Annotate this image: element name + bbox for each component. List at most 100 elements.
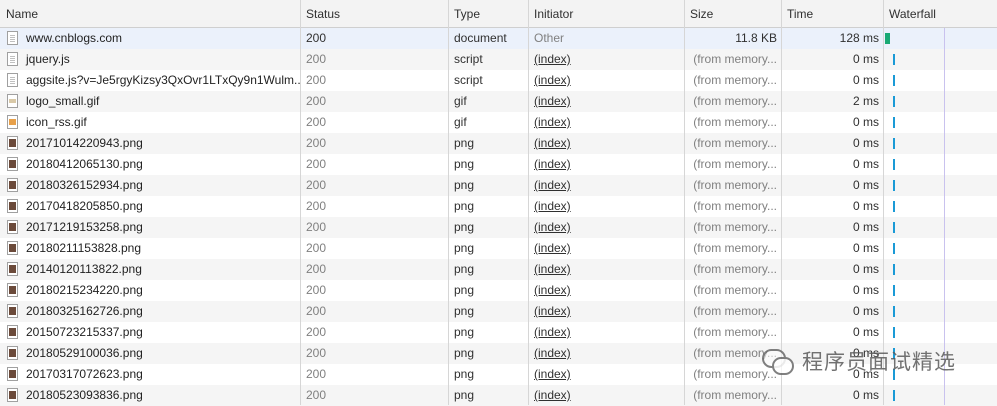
table-row[interactable]: 20180325162726.png 200 png (index) (from mem… (0, 301, 997, 322)
waterfall-bar[interactable] (893, 75, 895, 86)
table-row[interactable]: aggsite.js?v=Je5rgyKizsy3QxOvr1LTxQy9n1W… (0, 70, 997, 91)
request-initiator[interactable]: (index) (528, 70, 684, 91)
request-initiator[interactable]: (index) (528, 364, 684, 385)
column-header-name[interactable]: Name (0, 0, 300, 28)
request-name[interactable]: 20170418205850.png (0, 196, 300, 217)
request-status: 200 (306, 346, 327, 360)
table-row[interactable]: 20171014220943.png 200 png (index) (from mem… (0, 133, 997, 154)
waterfall-bar[interactable] (893, 306, 895, 317)
waterfall-bar[interactable] (893, 138, 895, 149)
request-initiator[interactable]: (index) (528, 322, 684, 343)
column-header-time[interactable]: Time (781, 0, 883, 28)
request-name[interactable]: jquery.js (0, 49, 300, 70)
table-row[interactable]: www.cnblogs.com 200 document Other 11.8 KB 12… (0, 28, 997, 49)
waterfall-bar[interactable] (893, 222, 895, 233)
request-time: 0 ms (852, 241, 879, 255)
table-row[interactable]: 20180211153828.png 200 png (index) (from mem… (0, 238, 997, 259)
table-row[interactable]: 20171219153258.png 200 png (index) (from mem… (0, 217, 997, 238)
request-name[interactable]: 20180211153828.png (0, 238, 300, 259)
waterfall-bar[interactable] (893, 390, 895, 401)
request-status: 200 (306, 73, 327, 87)
table-row[interactable]: 20180523093836.png 200 png (index) (from mem… (0, 385, 997, 406)
column-header-size[interactable]: Size (684, 0, 781, 28)
request-name[interactable]: www.cnblogs.com (0, 28, 300, 49)
request-name[interactable]: aggsite.js?v=Je5rgyKizsy3QxOvr1LTxQy9n1W… (0, 70, 300, 91)
table-row[interactable]: 20180326152934.png 200 png (index) (from mem… (0, 175, 997, 196)
waterfall-bar[interactable] (893, 201, 895, 212)
request-type: png (454, 388, 475, 402)
request-initiator: Other (534, 31, 565, 45)
column-divider[interactable] (300, 0, 301, 405)
request-time: 0 ms (852, 178, 879, 192)
request-name[interactable]: 20171219153258.png (0, 217, 300, 238)
request-name[interactable]: 20180325162726.png (0, 301, 300, 322)
waterfall-bar[interactable] (893, 285, 895, 296)
request-status: 200 (306, 325, 327, 339)
request-name[interactable]: 20180326152934.png (0, 175, 300, 196)
table-row[interactable]: 20180215234220.png 200 png (index) (from mem… (0, 280, 997, 301)
waterfall-bar[interactable] (893, 180, 895, 191)
request-name[interactable]: 20180523093836.png (0, 385, 300, 406)
table-row[interactable]: logo_small.gif 200 gif (index) (from memory.… (0, 91, 997, 112)
waterfall-bar[interactable] (893, 327, 895, 338)
waterfall-bar[interactable] (893, 159, 895, 170)
waterfall-bar[interactable] (893, 243, 895, 254)
request-name[interactable]: icon_rss.gif (0, 112, 300, 133)
request-initiator[interactable]: (index) (528, 196, 684, 217)
request-initiator[interactable]: (index) (528, 91, 684, 112)
waterfall-bar[interactable] (893, 54, 895, 65)
request-name[interactable]: logo_small.gif (0, 91, 300, 112)
request-name[interactable]: 20150723215337.png (0, 322, 300, 343)
wechat-icon (760, 347, 794, 375)
table-row[interactable]: 20170418205850.png 200 png (index) (from mem… (0, 196, 997, 217)
request-initiator[interactable]: (index) (528, 301, 684, 322)
table-row[interactable]: 20150723215337.png 200 png (index) (from mem… (0, 322, 997, 343)
request-name[interactable]: 20180412065130.png (0, 154, 300, 175)
request-time: 0 ms (852, 220, 879, 234)
request-type: gif (454, 94, 467, 108)
request-initiator[interactable]: (index) (528, 217, 684, 238)
request-time: 0 ms (852, 115, 879, 129)
request-initiator[interactable]: (index) (528, 175, 684, 196)
request-initiator[interactable]: (index) (528, 154, 684, 175)
request-type: png (454, 346, 475, 360)
request-status: 200 (306, 241, 327, 255)
request-time: 2 ms (852, 94, 879, 108)
table-row[interactable]: 20180412065130.png 200 png (index) (from mem… (0, 154, 997, 175)
request-initiator[interactable]: (index) (528, 280, 684, 301)
request-status: 200 (306, 115, 327, 129)
column-divider[interactable] (448, 0, 449, 405)
table-row[interactable]: 20140120113822.png 200 png (index) (from mem… (0, 259, 997, 280)
request-time: 0 ms (852, 73, 879, 87)
request-initiator[interactable]: (index) (528, 259, 684, 280)
waterfall-bar[interactable] (893, 96, 895, 107)
request-name[interactable]: 20180215234220.png (0, 280, 300, 301)
request-name[interactable]: 20170317072623.png (0, 364, 300, 385)
table-row[interactable]: icon_rss.gif 200 gif (index) (from memory...… (0, 112, 997, 133)
request-initiator[interactable]: (index) (528, 49, 684, 70)
waterfall-bar[interactable] (893, 117, 895, 128)
column-header-initiator[interactable]: Initiator (528, 0, 684, 28)
request-initiator[interactable]: (index) (528, 238, 684, 259)
request-type: png (454, 178, 475, 192)
request-name[interactable]: 20140120113822.png (0, 259, 300, 280)
request-name[interactable]: 20180529100036.png (0, 343, 300, 364)
request-initiator[interactable]: (index) (528, 133, 684, 154)
column-divider[interactable] (528, 0, 529, 405)
column-header-status[interactable]: Status (300, 0, 448, 28)
column-header-type[interactable]: Type (448, 0, 528, 28)
request-time: 0 ms (852, 136, 879, 150)
request-size: (from memory... (693, 262, 777, 276)
waterfall-bar[interactable] (893, 264, 895, 275)
request-initiator[interactable]: (index) (528, 343, 684, 364)
column-header-waterfall[interactable]: Waterfall (883, 0, 997, 28)
request-size: (from memory... (693, 94, 777, 108)
request-initiator[interactable]: (index) (528, 385, 684, 406)
request-initiator[interactable]: (index) (528, 112, 684, 133)
request-name[interactable]: 20171014220943.png (0, 133, 300, 154)
request-status: 200 (306, 178, 327, 192)
request-time: 0 ms (852, 283, 879, 297)
waterfall-bar[interactable] (885, 33, 890, 44)
column-divider[interactable] (684, 0, 685, 405)
table-row[interactable]: jquery.js 200 script (index) (from memory...… (0, 49, 997, 70)
